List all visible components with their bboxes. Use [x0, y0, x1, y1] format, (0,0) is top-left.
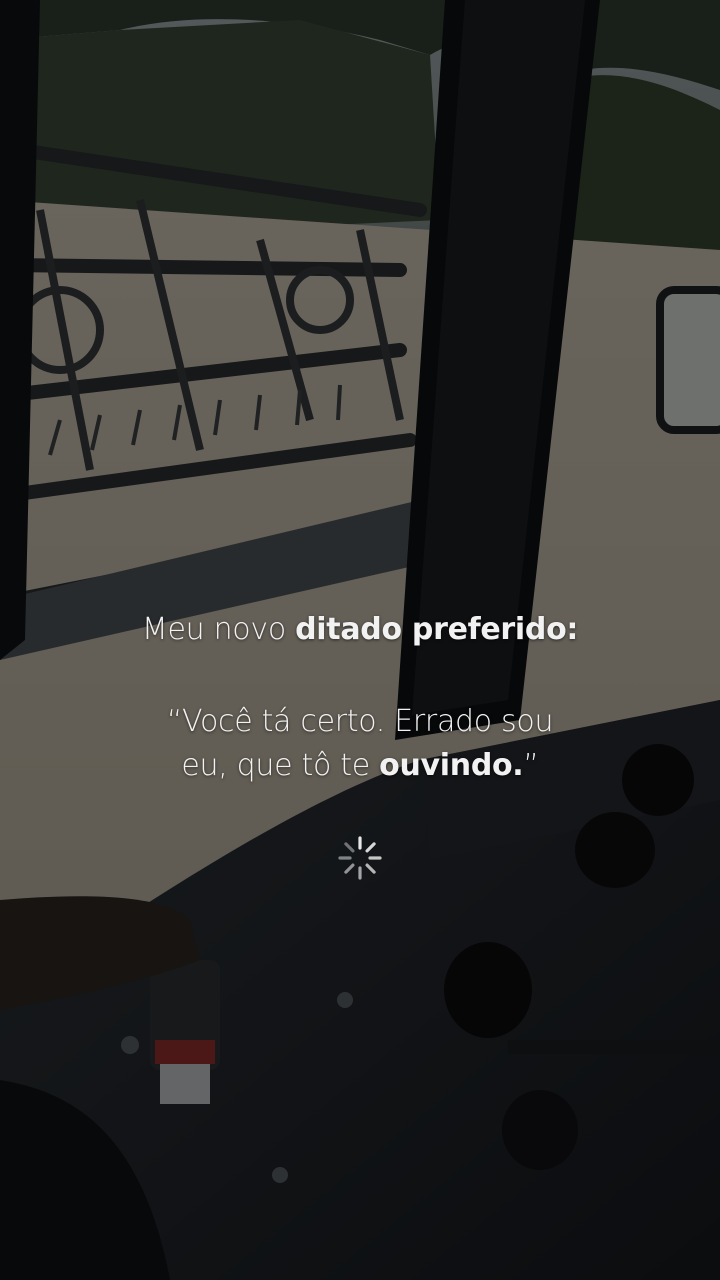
quote-line-2-bold: ouvindo.	[379, 748, 524, 783]
quote-line-2-prefix: eu, que tô te	[181, 748, 370, 783]
headline-prefix: Meu novo	[141, 612, 286, 647]
quote-line-2: eu, que tô te ouvindo.”	[0, 744, 720, 788]
spinner-icon	[338, 836, 382, 880]
headline: Meu novo ditado preferido:	[0, 612, 720, 647]
headline-bold: ditado preferido:	[295, 612, 579, 647]
quote-line-1: “Você tá certo. Errado sou	[166, 704, 554, 739]
quote-text: “Você tá certo. Errado sou eu, que tô te…	[0, 700, 720, 788]
quote-line-2-close: ”	[523, 748, 539, 783]
